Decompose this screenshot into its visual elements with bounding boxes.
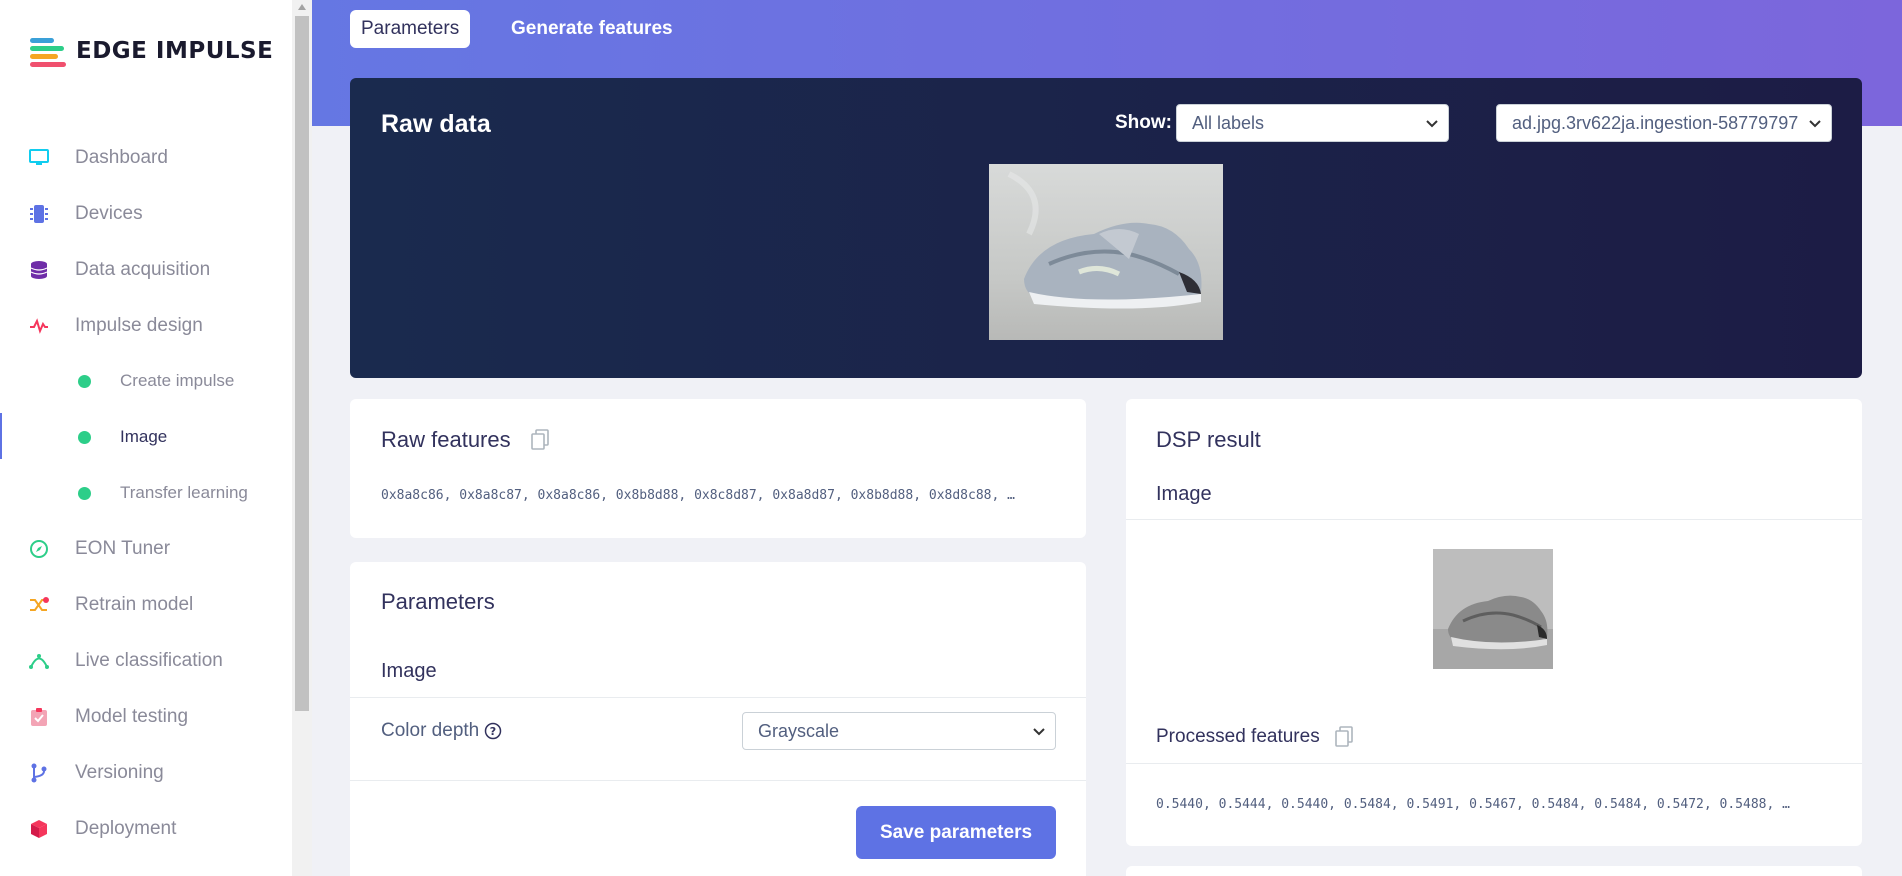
divider [350, 697, 1086, 698]
parameters-title: Parameters [381, 589, 495, 614]
chevron-down-icon [1033, 728, 1045, 736]
scroll-up-arrow-icon[interactable] [298, 4, 306, 10]
divider [350, 780, 1086, 781]
sidebar: EDGE IMPULSE Dashboard Devices Data acqu… [0, 0, 292, 876]
branch-icon [28, 762, 50, 784]
status-dot-icon [78, 486, 91, 500]
sidebar-item-label: Transfer learning [120, 483, 248, 502]
raw-data-title: Raw data [381, 110, 491, 138]
parameters-section-title: Image [381, 660, 437, 682]
label-filter-select[interactable]: All labels [1176, 104, 1449, 142]
sidebar-item-model-testing[interactable]: Model testing [0, 697, 292, 737]
dsp-result-card: DSP result Image Processed features 0.54… [1126, 399, 1862, 846]
sidebar-item-label: Versioning [75, 762, 164, 783]
sidebar-item-label: Data acquisition [75, 259, 211, 280]
sidebar-item-label: Retrain model [75, 594, 194, 615]
label-filter-value: All labels [1192, 112, 1265, 133]
processed-image [1433, 549, 1553, 669]
raw-sample-image [989, 164, 1223, 340]
sidebar-item-create-impulse[interactable]: Create impulse [0, 361, 292, 401]
sidebar-item-data-acquisition[interactable]: Data acquisition [0, 250, 292, 290]
sidebar-item-dashboard[interactable]: Dashboard [0, 138, 292, 178]
svg-text:?: ? [490, 725, 496, 738]
tab-parameters[interactable]: Parameters [350, 10, 471, 48]
sidebar-item-impulse-design[interactable]: Impulse design [0, 306, 292, 346]
dsp-section-title: Image [1156, 483, 1212, 505]
tab-label: Parameters [361, 18, 460, 39]
sidebar-item-label: Deployment [75, 818, 177, 839]
help-icon[interactable]: ? [484, 722, 502, 740]
sidebar-item-devices[interactable]: Devices [0, 194, 292, 234]
monitor-icon [28, 147, 50, 169]
divider [1126, 763, 1862, 764]
brand-logo[interactable]: EDGE IMPULSE [30, 36, 274, 67]
processed-features-header: Processed features [1156, 726, 1354, 748]
compass-icon [28, 538, 50, 560]
sidebar-item-label: Live classification [75, 650, 223, 671]
sidebar-item-image[interactable]: Image [0, 413, 292, 459]
dsp-result-title: DSP result [1156, 427, 1261, 452]
divider [1126, 519, 1862, 520]
processed-features-values: 0.5440, 0.5444, 0.5440, 0.5484, 0.5491, … [1156, 797, 1790, 812]
sidebar-item-live-classification[interactable]: Live classification [0, 641, 292, 681]
database-icon [28, 259, 50, 281]
cube-icon [28, 818, 50, 840]
clipboard-check-icon [28, 706, 50, 728]
sample-select[interactable]: ad.jpg.3rv622ja.ingestion-58779797 [1496, 104, 1832, 142]
parameters-card: Parameters Image Color depth ? Grayscale… [350, 562, 1086, 876]
color-depth-value: Grayscale [758, 720, 840, 741]
copy-icon[interactable] [1334, 726, 1354, 748]
shuffle-icon [28, 594, 50, 616]
sidebar-item-label: Dashboard [75, 147, 168, 168]
sidebar-item-label: Impulse design [75, 315, 203, 336]
sidebar-item-label: Image [120, 427, 168, 446]
sidebar-item-deployment[interactable]: Deployment [0, 809, 292, 849]
next-card [1126, 866, 1862, 876]
save-parameters-label: Save parameters [879, 821, 1033, 843]
raw-features-card: Raw features 0x8a8c86, 0x8a8c87, 0x8a8c8… [350, 399, 1086, 538]
edge-impulse-logo-icon [30, 36, 68, 67]
sidebar-item-retrain-model[interactable]: Retrain model [0, 585, 292, 625]
color-depth-label: Color depth [381, 720, 480, 741]
chevron-down-icon [1426, 120, 1438, 128]
show-label: Show: [1115, 112, 1172, 133]
save-parameters-button[interactable]: Save parameters [856, 806, 1056, 859]
sidebar-item-label: Create impulse [120, 371, 235, 390]
raw-features-title: Raw features [381, 427, 511, 452]
tab-generate-features[interactable]: Generate features [500, 10, 684, 48]
bezier-icon [28, 650, 50, 672]
sidebar-item-transfer-learning[interactable]: Transfer learning [0, 473, 292, 513]
sidebar-item-versioning[interactable]: Versioning [0, 753, 292, 793]
chevron-down-icon [1809, 120, 1821, 128]
sidebar-item-label: EON Tuner [75, 538, 171, 559]
raw-features-values: 0x8a8c86, 0x8a8c87, 0x8a8c86, 0x8b8d88, … [381, 488, 1015, 503]
pulse-icon [28, 315, 50, 337]
sidebar-item-label: Model testing [75, 706, 189, 727]
sidebar-item-eon-tuner[interactable]: EON Tuner [0, 529, 292, 569]
color-depth-select[interactable]: Grayscale [742, 712, 1056, 750]
brand-name: EDGE IMPULSE [76, 38, 274, 64]
tab-label: Generate features [511, 18, 673, 39]
sidebar-scrollbar[interactable] [292, 0, 312, 876]
scrollbar-thumb[interactable] [295, 16, 309, 711]
raw-data-panel: Raw data Show: All labels ad.jpg.3rv622j… [350, 78, 1862, 378]
status-dot-icon [78, 430, 91, 444]
processed-features-title: Processed features [1156, 726, 1320, 747]
status-dot-icon [78, 374, 91, 388]
chip-icon [28, 203, 50, 225]
sidebar-item-label: Devices [75, 203, 143, 224]
sample-value: ad.jpg.3rv622ja.ingestion-58779797 [1512, 112, 1799, 133]
color-depth-label-group: Color depth ? [381, 720, 502, 742]
copy-icon[interactable] [530, 429, 550, 456]
